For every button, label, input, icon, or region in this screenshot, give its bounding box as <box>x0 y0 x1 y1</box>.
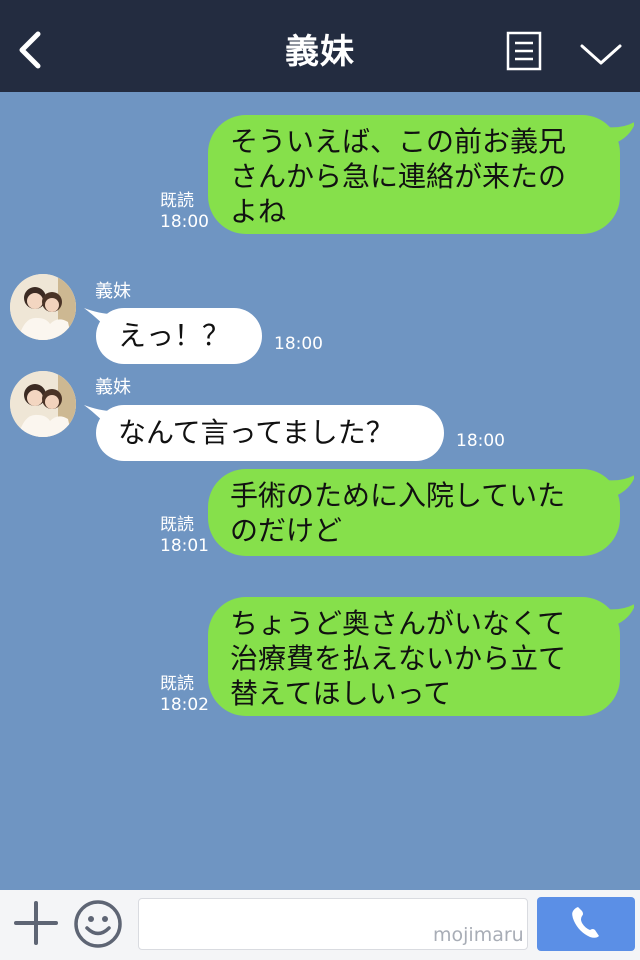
incoming-message-bubble[interactable]: えっ！？ <box>96 308 262 364</box>
chevron-down-icon[interactable] <box>579 38 623 68</box>
message-time: 18:00 <box>456 431 505 451</box>
outgoing-message-bubble[interactable]: 手術のために入院していた のだけど <box>208 469 620 556</box>
message-time: 18:01 <box>160 536 209 556</box>
phone-icon <box>572 907 599 938</box>
smiley-icon[interactable] <box>73 899 123 949</box>
bubble-tail <box>604 604 634 627</box>
outgoing-message-bubble[interactable]: そういえば、この前お義兄 さんから急に連絡が来たの よね <box>208 115 620 234</box>
sender-name: 義妹 <box>95 281 131 302</box>
avatar-image <box>10 274 76 340</box>
avatar[interactable] <box>10 274 76 340</box>
watermark: mojimaru <box>433 924 524 946</box>
call-button[interactable] <box>537 897 635 951</box>
message-time: 18:00 <box>160 212 209 232</box>
bubble-tail <box>604 475 634 498</box>
chat-header: 義妹 <box>0 0 640 92</box>
message-time: 18:00 <box>274 334 323 354</box>
sender-name: 義妹 <box>95 377 131 398</box>
bubble-tail <box>604 122 634 145</box>
list-icon[interactable] <box>506 31 542 71</box>
avatar-image <box>10 371 76 437</box>
chat-title: 義妹 <box>285 32 355 72</box>
outgoing-message-bubble[interactable]: ちょうど奥さんがいなくて 治療費を払えないから立て 替えてほしいって <box>208 597 620 716</box>
incoming-message-bubble[interactable]: なんて言ってました？ <box>96 405 444 461</box>
plus-icon[interactable] <box>14 901 58 945</box>
avatar[interactable] <box>10 371 76 437</box>
message-time: 18:02 <box>160 695 209 715</box>
